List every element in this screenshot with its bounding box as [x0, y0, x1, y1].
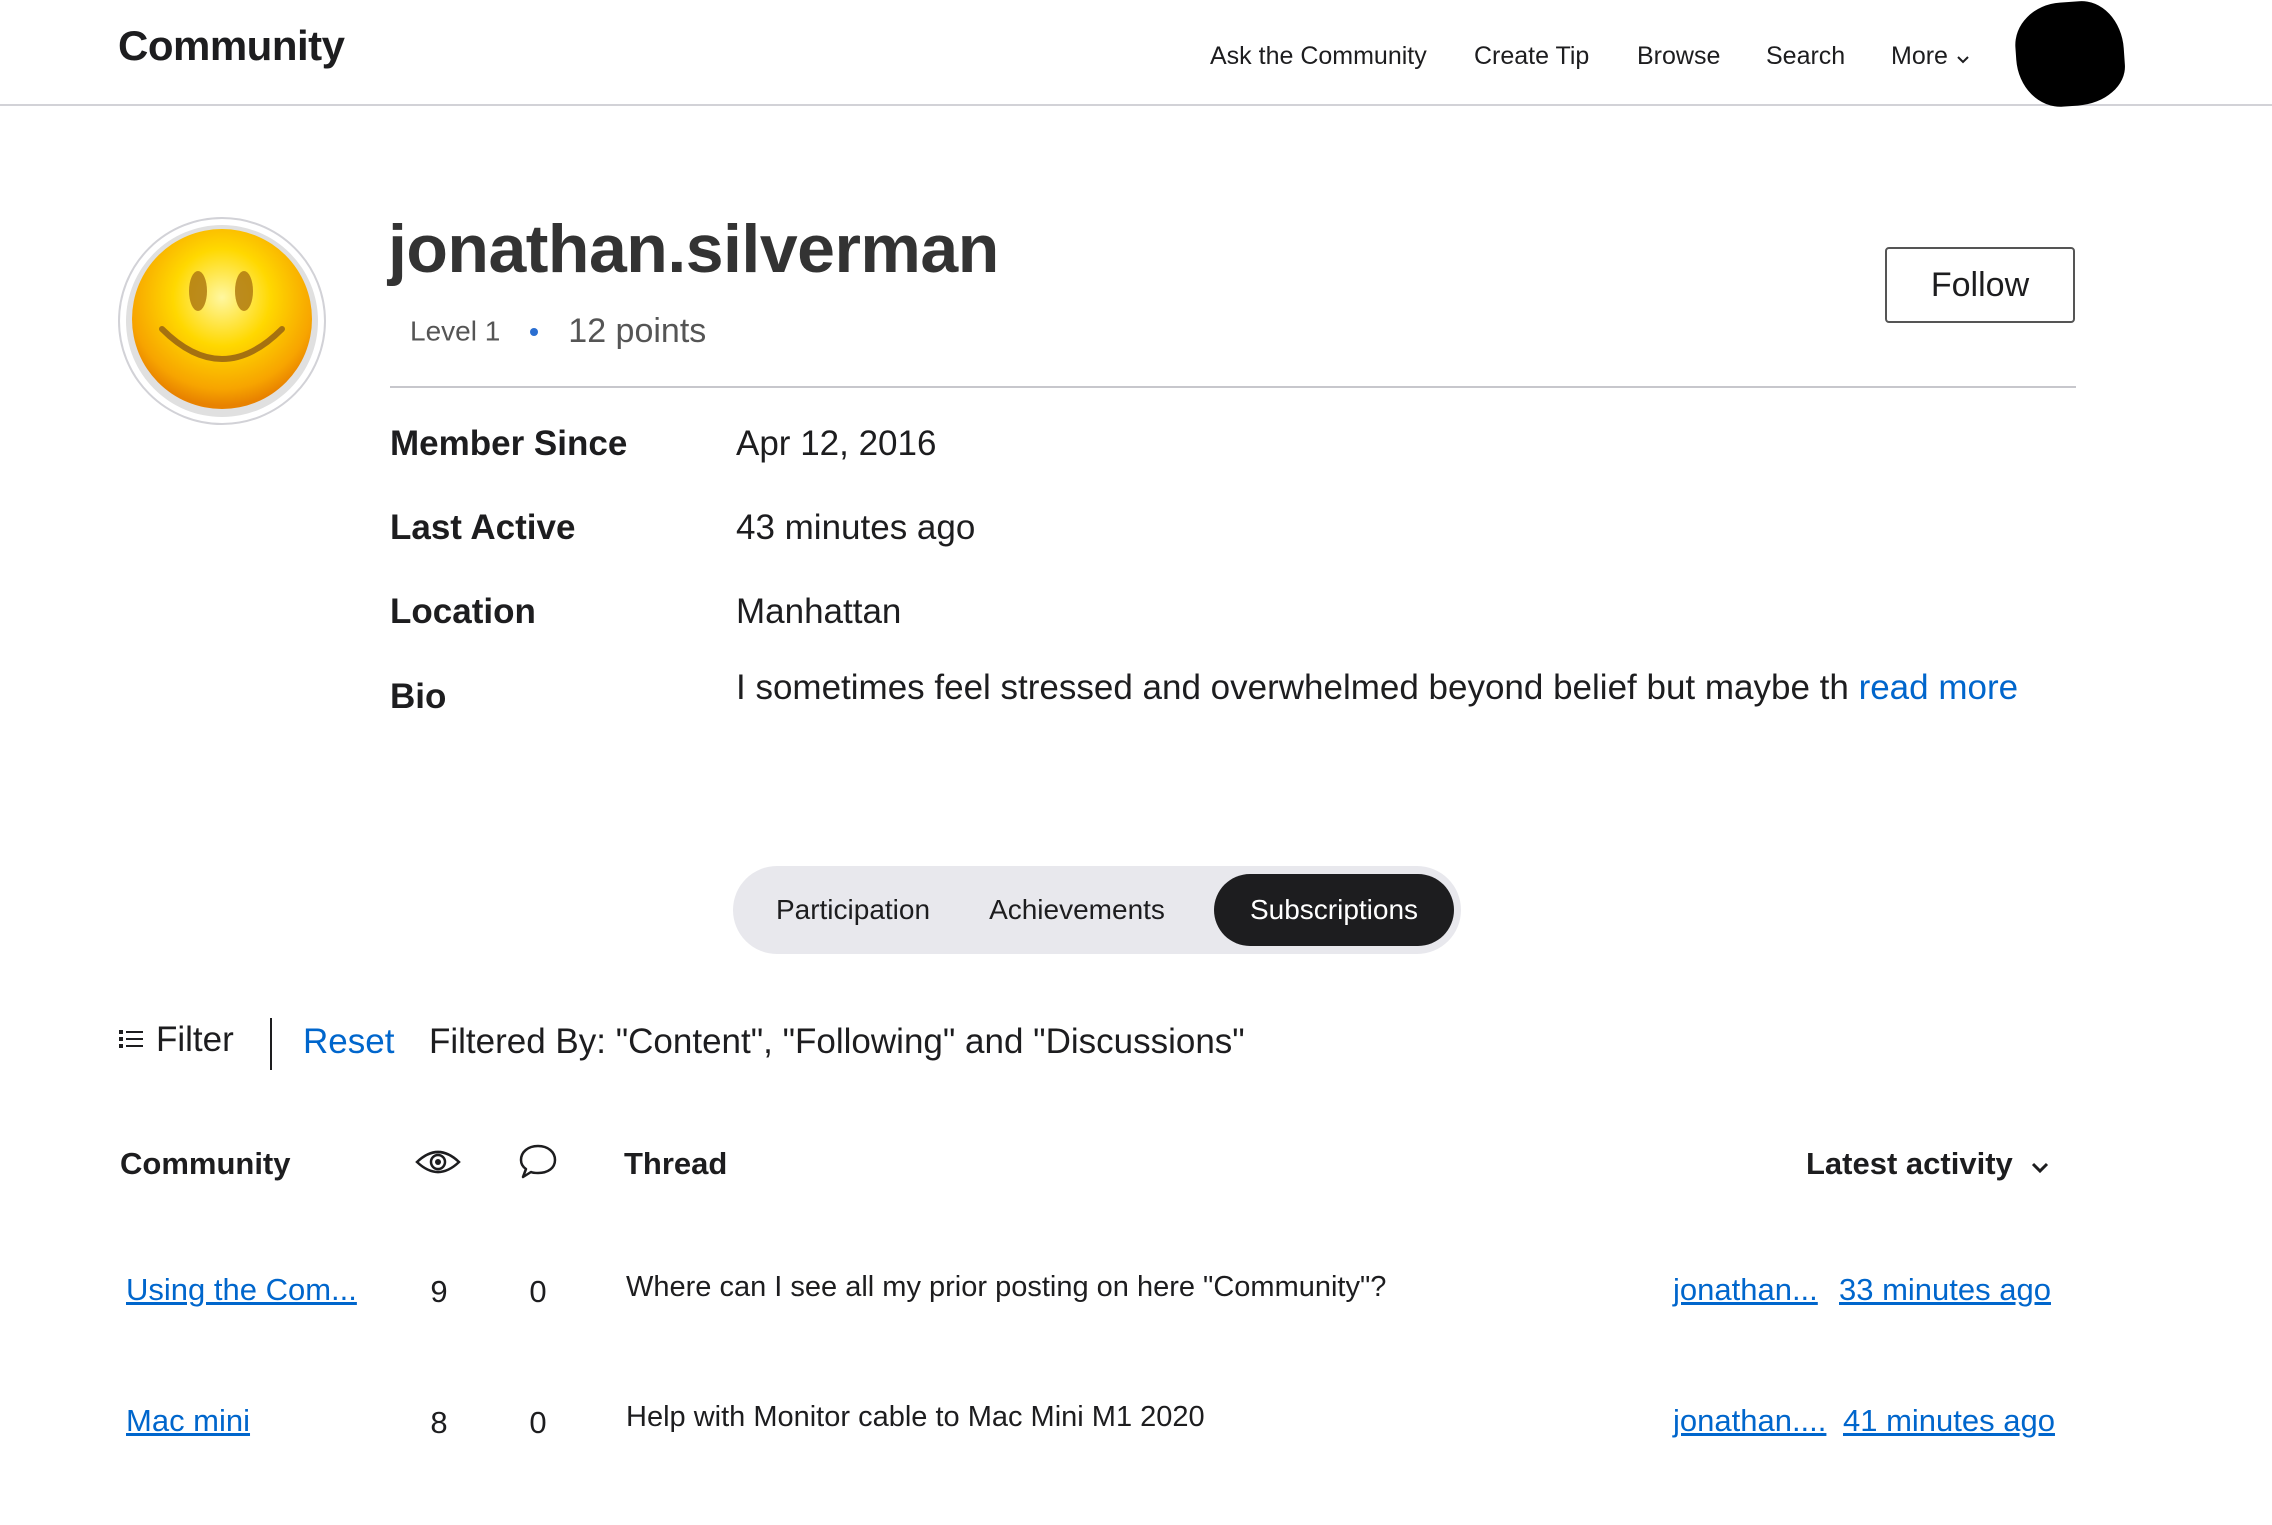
column-header-thread[interactable]: Thread	[624, 1146, 727, 1182]
column-header-community[interactable]: Community	[120, 1146, 291, 1182]
member-since-label: Member Since	[390, 424, 628, 463]
row-2-time-link[interactable]: 41 minutes ago	[1843, 1403, 2055, 1439]
row-1-author-link[interactable]: jonathan...	[1673, 1272, 1818, 1308]
profile-username: jonathan.silverman	[388, 211, 999, 287]
nav-browse[interactable]: Browse	[1637, 42, 1720, 71]
smiley-face-icon	[126, 225, 318, 417]
filter-separator	[270, 1018, 272, 1070]
comment-bubble-icon	[518, 1142, 558, 1187]
profile-avatar	[118, 217, 326, 425]
nav-more-menu[interactable]: More	[1891, 42, 1970, 72]
nav-more-label: More	[1891, 42, 1948, 70]
last-active-value: 43 minutes ago	[736, 508, 976, 547]
list-filter-icon	[118, 1020, 144, 1060]
tab-achievements[interactable]: Achievements	[967, 874, 1187, 946]
row-2-thread-title[interactable]: Help with Monitor cable to Mac Mini M1 2…	[626, 1401, 1205, 1434]
read-more-link[interactable]: read more	[1859, 668, 2019, 707]
location-label: Location	[390, 592, 536, 631]
row-2-views: 8	[430, 1405, 448, 1440]
follow-button[interactable]: Follow	[1885, 247, 2075, 323]
profile-tabs: Participation Achievements Subscriptions	[733, 866, 1461, 954]
separator-dot	[530, 327, 539, 336]
filtered-by-text: Filtered By: "Content", "Following" and …	[429, 1022, 1245, 1061]
row-1-replies: 0	[529, 1274, 547, 1309]
nav-create-tip[interactable]: Create Tip	[1474, 42, 1589, 71]
reset-button[interactable]: Reset	[303, 1022, 394, 1062]
row-1-time-link[interactable]: 33 minutes ago	[1839, 1272, 2051, 1308]
tab-participation[interactable]: Participation	[745, 874, 961, 946]
row-2-replies: 0	[529, 1405, 547, 1440]
location-value: Manhattan	[736, 592, 902, 631]
latest-activity-label: Latest activity	[1806, 1146, 2013, 1181]
bio-text: I sometimes feel stressed and overwhelme…	[736, 668, 1849, 707]
bio-label: Bio	[390, 677, 447, 716]
row-1-community-link[interactable]: Using the Com...	[126, 1272, 357, 1308]
profile-level: Level 1	[410, 315, 501, 347]
eye-icon	[414, 1144, 462, 1185]
nav-search[interactable]: Search	[1766, 42, 1845, 71]
nav-ask-the-community[interactable]: Ask the Community	[1210, 42, 1427, 71]
filter-button[interactable]: Filter	[118, 1020, 234, 1060]
profile-level-points: Level 1 12 points	[410, 312, 706, 351]
row-1-thread-title[interactable]: Where can I see all my prior posting on …	[626, 1271, 1386, 1304]
bio-value: I sometimes feel stressed and overwhelme…	[736, 668, 2018, 708]
tab-subscriptions[interactable]: Subscriptions	[1214, 874, 1454, 946]
top-navigation: Community Ask the Community Create Tip B…	[0, 0, 2272, 110]
row-2-community-link[interactable]: Mac mini	[126, 1403, 250, 1439]
user-avatar-redacted[interactable]	[2012, 0, 2128, 110]
filter-label: Filter	[156, 1020, 234, 1059]
profile-points: 12 points	[568, 312, 707, 350]
member-since-value: Apr 12, 2016	[736, 424, 937, 463]
chevron-down-icon	[2031, 1146, 2049, 1182]
last-active-label: Last Active	[390, 508, 576, 547]
row-2-author-link[interactable]: jonathan....	[1673, 1403, 1826, 1439]
community-brand[interactable]: Community	[118, 22, 345, 70]
profile-divider	[390, 386, 2076, 388]
row-1-views: 9	[430, 1274, 448, 1309]
chevron-down-icon	[1956, 43, 1970, 72]
column-header-latest-activity[interactable]: Latest activity	[1806, 1146, 2049, 1182]
